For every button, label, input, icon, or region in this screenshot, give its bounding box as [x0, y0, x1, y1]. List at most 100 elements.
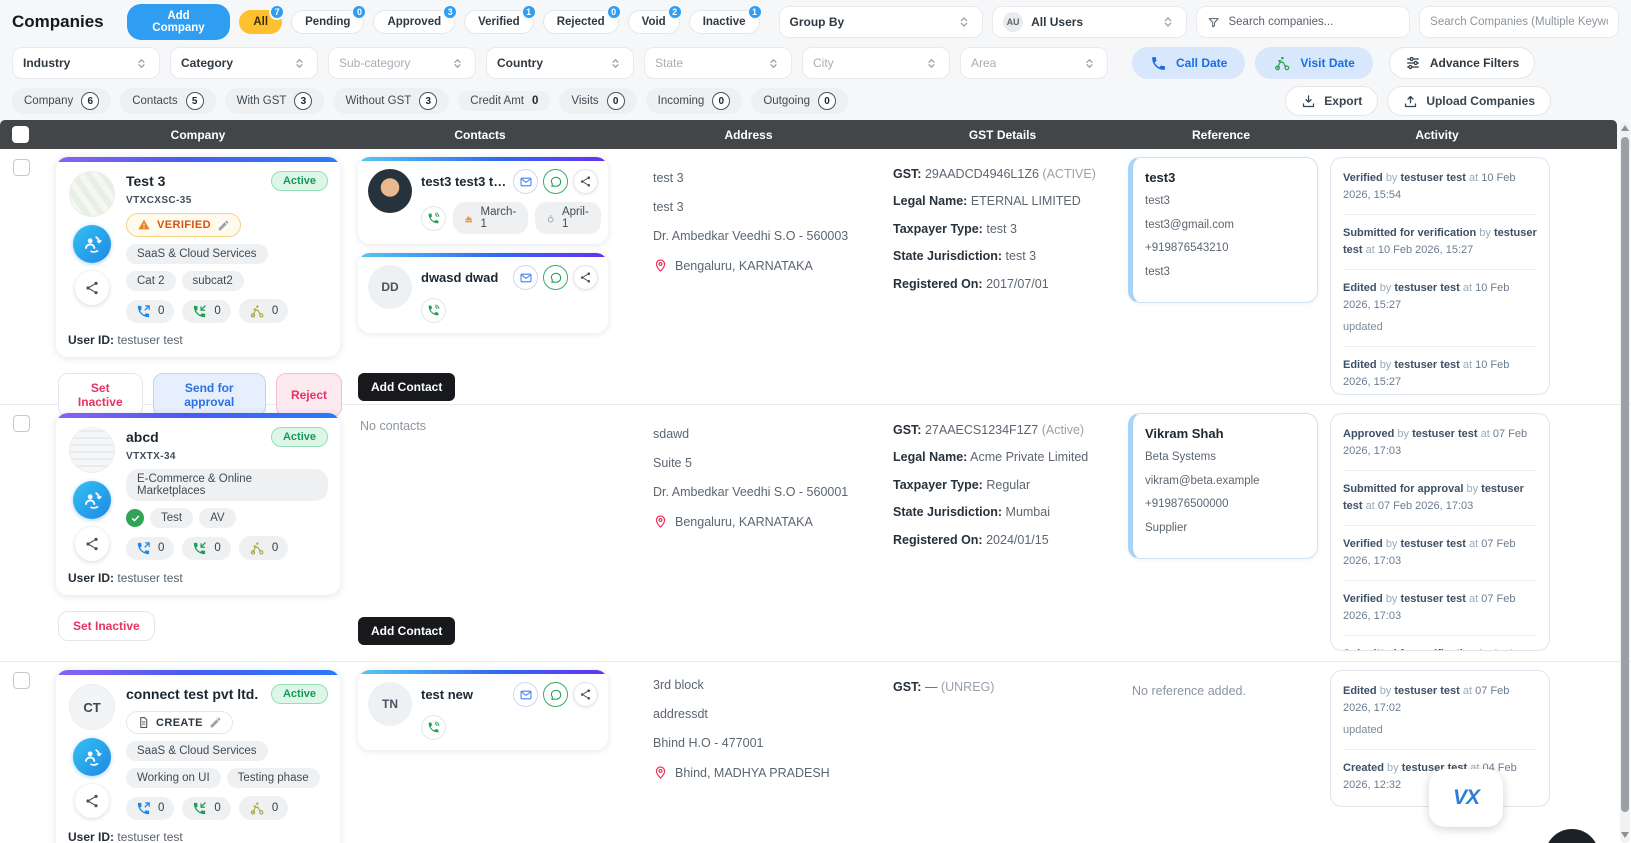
activity-entry: Submitted for approval by testuser test …: [1343, 471, 1537, 527]
reference-card: Vikram Shah Beta Systems vikram@beta.exa…: [1128, 413, 1318, 559]
add-contact-button[interactable]: Add Contact: [358, 373, 456, 401]
phone-icon: [427, 212, 440, 225]
advance-filters-button[interactable]: Advance Filters: [1388, 47, 1536, 79]
row-checkbox[interactable]: [13, 415, 30, 432]
state-select[interactable]: State: [644, 47, 792, 79]
outgoing-calls-count[interactable]: 0: [126, 536, 175, 560]
vertical-scrollbar[interactable]: [1620, 122, 1630, 843]
call-contact-button[interactable]: [421, 298, 446, 323]
visits-count[interactable]: 0: [238, 796, 289, 820]
incoming-call-icon: [192, 304, 207, 319]
address-cell: sdawd Suite 5 Dr. Ambedkar Veedhi S.O - …: [612, 405, 885, 661]
visits-count[interactable]: 0: [238, 299, 289, 323]
category-select[interactable]: Category: [170, 47, 318, 79]
chat-button[interactable]: [543, 682, 568, 707]
count-badge: 0: [351, 4, 368, 20]
row-checkbox[interactable]: [13, 672, 30, 689]
add-company-button[interactable]: Add Company: [126, 4, 231, 40]
location-pin-icon: [653, 258, 668, 273]
mail-icon: [519, 271, 533, 285]
scooter-icon: [1273, 54, 1291, 72]
vx-logo: VX: [1452, 786, 1480, 809]
multi-keyword-search-input[interactable]: [1430, 16, 1608, 28]
stat-chip-with-gst[interactable]: With GST 3: [224, 88, 325, 114]
search-companies-input[interactable]: [1228, 16, 1400, 28]
filter-pill-approved[interactable]: Approved 3: [373, 4, 459, 34]
activity-entry: Verified by testuser test at 07 Feb 2026…: [1343, 526, 1537, 582]
sub-category-select[interactable]: Sub-category: [328, 47, 476, 79]
table-row: CT connect test pvt ltd. Active CREATE S…: [0, 662, 1631, 843]
filter-pill-verified[interactable]: Verified 1: [464, 4, 537, 34]
mail-button[interactable]: [513, 169, 538, 194]
birthday-cake-icon: [463, 212, 474, 225]
filter-pill-void[interactable]: Void 2: [627, 4, 683, 34]
sync-contacts-button[interactable]: [73, 225, 111, 263]
stat-chip-outgoing[interactable]: Outgoing 0: [751, 88, 849, 114]
sync-contacts-button[interactable]: [73, 481, 111, 519]
export-button[interactable]: Export: [1285, 86, 1379, 116]
warning-icon: [137, 218, 151, 232]
visits-count[interactable]: 0: [238, 536, 289, 560]
create-badge[interactable]: CREATE: [126, 711, 233, 734]
share-company-button[interactable]: [75, 784, 109, 818]
area-select[interactable]: Area: [960, 47, 1108, 79]
row-checkbox[interactable]: [13, 159, 30, 176]
city-select[interactable]: City: [802, 47, 950, 79]
filter-pill-rejected[interactable]: Rejected 0: [542, 4, 622, 34]
outgoing-calls-count[interactable]: 0: [126, 796, 175, 820]
share-contact-button[interactable]: [573, 169, 598, 194]
stat-chip-contacts[interactable]: Contacts 5: [120, 88, 216, 114]
sync-contacts-button[interactable]: [73, 738, 111, 776]
address-line: test 3: [653, 200, 684, 214]
call-date-button[interactable]: Call Date: [1132, 47, 1246, 79]
all-users-select[interactable]: AU All Users: [992, 6, 1188, 38]
stat-chip-credit-amt[interactable]: Credit Amt 0: [458, 91, 551, 111]
stat-chip-company[interactable]: Company 6: [12, 88, 112, 114]
share-company-button[interactable]: [75, 527, 109, 561]
chat-button[interactable]: [543, 265, 568, 290]
add-contact-button[interactable]: Add Contact: [358, 617, 456, 645]
stat-chip-incoming[interactable]: Incoming 0: [645, 88, 743, 114]
share-company-button[interactable]: [75, 271, 109, 305]
call-contact-button[interactable]: [421, 205, 446, 231]
visit-date-button[interactable]: Visit Date: [1255, 47, 1373, 79]
gst-number: —: [924, 680, 938, 694]
activity-entry: Edited by testuser test at 07 Feb 2026, …: [1343, 673, 1537, 751]
gst-status: (UNREG): [940, 680, 995, 694]
outgoing-calls-count[interactable]: 0: [126, 299, 175, 323]
chat-widget-launcher[interactable]: VX: [1429, 769, 1503, 827]
chat-button[interactable]: [543, 169, 568, 194]
industry-tag: SaaS & Cloud Services: [126, 244, 268, 264]
industry-select[interactable]: Industry: [12, 47, 160, 79]
stat-chip-without-gst[interactable]: Without GST 3: [333, 88, 450, 114]
column-header-reference: Reference: [1191, 127, 1251, 142]
gst-cell: GST: — (UNREG): [893, 680, 995, 694]
share-contact-button[interactable]: [573, 682, 598, 707]
edit-pencil-icon[interactable]: [209, 716, 222, 729]
country-select[interactable]: Country: [486, 47, 634, 79]
group-by-select[interactable]: Group By: [778, 6, 984, 38]
scroll-up-arrow-icon[interactable]: [1621, 125, 1629, 131]
share-contact-button[interactable]: [573, 265, 598, 290]
verified-badge[interactable]: VERIFIED: [126, 213, 241, 237]
incoming-calls-count[interactable]: 0: [182, 796, 231, 820]
call-contact-button[interactable]: [421, 715, 446, 740]
contact-name: test new: [421, 687, 474, 702]
filter-pill-inactive[interactable]: Inactive 1: [688, 4, 763, 34]
document-icon: [137, 716, 150, 729]
stat-chip-visits[interactable]: Visits 0: [559, 88, 637, 114]
incoming-calls-count[interactable]: 0: [182, 536, 231, 560]
select-all-checkbox[interactable]: [12, 126, 29, 143]
incoming-calls-count[interactable]: 0: [182, 299, 231, 323]
gst-number: 27AAECS1234F1Z7: [924, 423, 1039, 437]
mail-button[interactable]: [513, 682, 538, 707]
reference-card: test3 test3 test3@gmail.com +91987654321…: [1128, 157, 1318, 303]
filter-pill-pending[interactable]: Pending 0: [291, 4, 368, 34]
filter-pill-all[interactable]: All 7: [239, 4, 286, 34]
scrollbar-thumb[interactable]: [1621, 137, 1629, 812]
set-inactive-button[interactable]: Set Inactive: [58, 611, 155, 641]
mail-button[interactable]: [513, 265, 538, 290]
scroll-down-arrow-icon[interactable]: [1621, 832, 1629, 838]
upload-companies-button[interactable]: Upload Companies: [1387, 86, 1551, 116]
edit-pencil-icon[interactable]: [217, 219, 230, 232]
